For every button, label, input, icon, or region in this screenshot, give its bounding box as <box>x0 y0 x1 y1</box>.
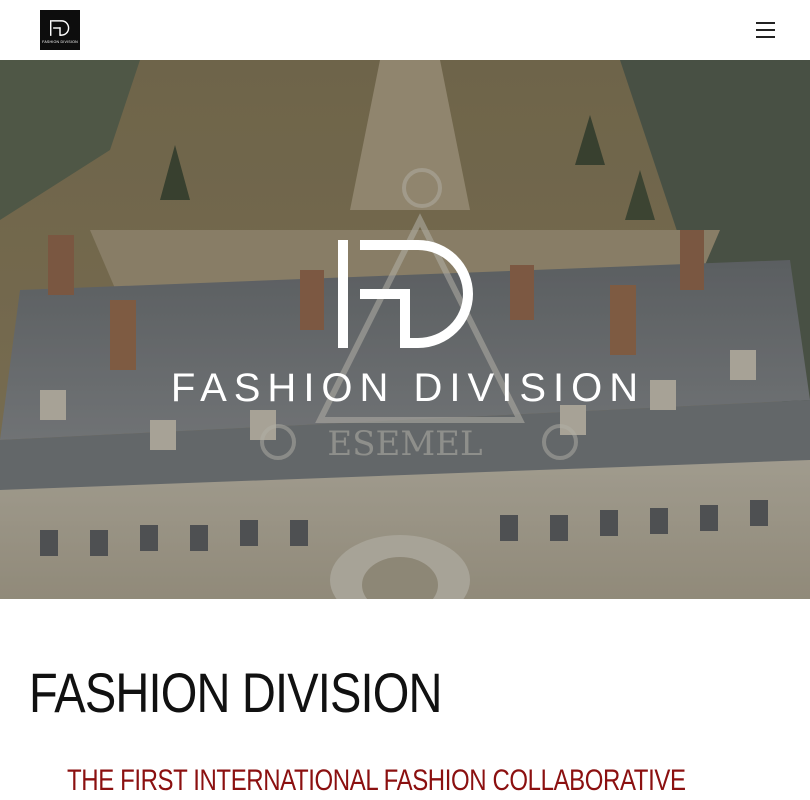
hero-banner: ESEMEL FASHION DIVISION <box>0 60 810 599</box>
site-logo[interactable]: FASHION DIVISION <box>40 10 80 50</box>
menu-line <box>755 36 775 38</box>
hamburger-menu-button[interactable] <box>750 15 780 45</box>
page-heading: FASHION DIVISION <box>29 661 442 724</box>
logo-caption: FASHION DIVISION <box>42 39 78 44</box>
menu-line <box>755 29 775 31</box>
top-navigation-bar: FASHION DIVISION <box>0 0 810 60</box>
fd-logo-icon <box>50 19 70 36</box>
fd-hero-logo-icon <box>338 240 473 348</box>
hero-title: FASHION DIVISION <box>170 366 646 410</box>
tagline: THE FIRST INTERNATIONAL FASHION COLLABOR… <box>67 764 686 797</box>
menu-line <box>755 22 775 24</box>
